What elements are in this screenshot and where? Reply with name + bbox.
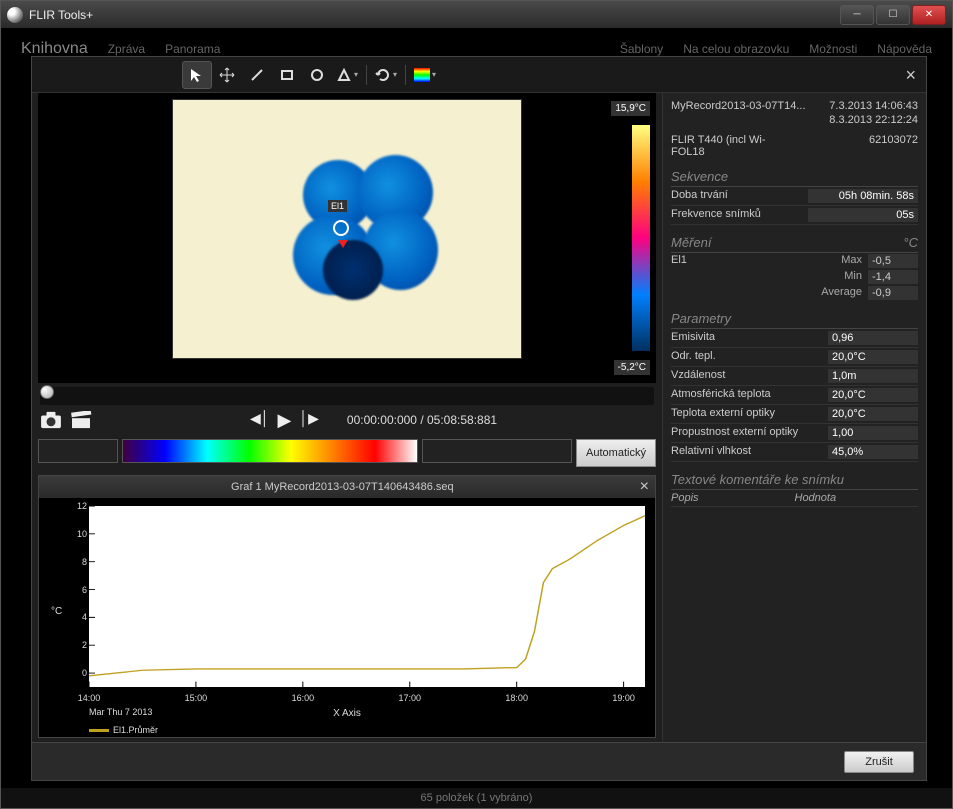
thermal-image-area[interactable]: El1 15,9°C -5,2°C bbox=[38, 93, 656, 383]
palette-tool[interactable]: ▾ bbox=[410, 61, 440, 89]
sequence-row: Frekvence snímků05s bbox=[671, 206, 918, 225]
bg-menu-item[interactable]: Na celou obrazovku bbox=[683, 42, 789, 56]
snapshot-icon[interactable] bbox=[40, 411, 62, 429]
move-tool[interactable] bbox=[212, 61, 242, 89]
level-span-bar: Automatický bbox=[38, 439, 656, 467]
scale-max-label: 15,9°C bbox=[611, 101, 650, 116]
app-icon bbox=[7, 7, 23, 23]
legend-swatch bbox=[89, 729, 109, 732]
y-axis-label: °C bbox=[51, 606, 62, 617]
window-title: FLIR Tools+ bbox=[29, 8, 840, 22]
tool-toolbar: ▾ ▾ ▾ bbox=[32, 57, 926, 93]
parameter-row[interactable]: Atmosférická teplota20,0°C bbox=[671, 386, 918, 405]
textcomment-headers: PopisHodnota bbox=[671, 490, 918, 507]
timeline-thumb[interactable] bbox=[40, 385, 54, 399]
sequence-row: Doba trvání05h 08min. 58s bbox=[671, 187, 918, 206]
date-start: 7.3.2013 14:06:43 bbox=[829, 100, 918, 112]
window-frame: FLIR Tools+ ─ ☐ ✕ Knihovna Zpráva Panora… bbox=[0, 0, 953, 809]
scale-min-label: -5,2°C bbox=[614, 360, 650, 375]
maximize-button[interactable]: ☐ bbox=[876, 5, 910, 25]
bg-menu-item[interactable]: Knihovna bbox=[21, 40, 88, 58]
date-end: 8.3.2013 22:12:24 bbox=[829, 114, 918, 126]
x-axis-label: X Axis bbox=[333, 708, 361, 719]
graph-panel: Graf 1 MyRecord2013-03-07T140643486.seq … bbox=[38, 475, 656, 738]
section-parameters: Parametry bbox=[671, 307, 918, 329]
cancel-button[interactable]: Zrušit bbox=[844, 751, 914, 773]
parameter-row[interactable]: Propustnost externí optiky1,00 bbox=[671, 424, 918, 443]
level-histogram[interactable] bbox=[422, 439, 572, 463]
statusbar: 65 položek (1 vybráno) bbox=[1, 788, 952, 808]
color-scale: 15,9°C -5,2°C bbox=[610, 101, 650, 375]
line-tool[interactable] bbox=[242, 61, 272, 89]
measure-name: El1 bbox=[671, 254, 818, 268]
window-close-button[interactable]: ✕ bbox=[912, 5, 946, 25]
graph-title: Graf 1 MyRecord2013-03-07T140643486.seq bbox=[45, 481, 640, 493]
timeline-slider[interactable] bbox=[40, 387, 654, 405]
bg-menu-item[interactable]: Šablony bbox=[620, 42, 663, 56]
bg-menu-item[interactable]: Zpráva bbox=[108, 42, 145, 56]
rotate-tool[interactable]: ▾ bbox=[371, 61, 401, 89]
pointer-tool[interactable] bbox=[182, 61, 212, 89]
step-back-button[interactable]: ◀│ bbox=[250, 410, 270, 431]
marker-label: El1 bbox=[328, 200, 347, 212]
modal-footer: Zrušit bbox=[32, 742, 926, 780]
titlebar[interactable]: FLIR Tools+ ─ ☐ ✕ bbox=[1, 1, 952, 29]
parameter-row[interactable]: Emisivita0,96 bbox=[671, 329, 918, 348]
parameter-row[interactable]: Teplota externí optiky20,0°C bbox=[671, 405, 918, 424]
plot-area[interactable] bbox=[89, 506, 645, 687]
camera-model: FLIR T440 (incl Wi-FOL18 bbox=[671, 134, 791, 158]
legend-label: El1.Průměr bbox=[113, 725, 158, 735]
section-textcomments: Textové komentáře ke snímku bbox=[671, 468, 918, 490]
x-ticks: 14:0015:0016:0017:0018:0019:00 bbox=[89, 693, 645, 707]
camera-serial: 62103072 bbox=[869, 134, 918, 158]
graph-body: °C 024681012 14:0015:0016:0017:0018:0019… bbox=[39, 498, 655, 737]
y-ticks: 024681012 bbox=[67, 506, 87, 687]
file-name: MyRecord2013-03-07T14... bbox=[671, 100, 806, 112]
bg-menu-item[interactable]: Nápověda bbox=[877, 42, 932, 56]
parameter-row[interactable]: Vzdálenost1,0m bbox=[671, 367, 918, 386]
minimize-button[interactable]: ─ bbox=[840, 5, 874, 25]
circle-tool[interactable] bbox=[302, 61, 332, 89]
bg-menu-item[interactable]: Panorama bbox=[165, 42, 220, 56]
clapper-icon[interactable] bbox=[70, 411, 92, 429]
auto-level-button[interactable]: Automatický bbox=[576, 439, 656, 467]
x-axis-date: Mar Thu 7 2013 bbox=[89, 707, 152, 717]
delta-tool[interactable]: ▾ bbox=[332, 61, 362, 89]
section-measurement: Měření°C bbox=[671, 231, 918, 253]
rect-tool[interactable] bbox=[272, 61, 302, 89]
legend: El1.Průměr bbox=[89, 725, 158, 735]
timecode: 00:00:00:000 / 05:08:58:881 bbox=[347, 413, 497, 427]
playback-bar: ◀│ ▶ │▶ 00:00:00:000 / 05:08:58:881 bbox=[40, 405, 654, 435]
play-button[interactable]: ▶ bbox=[278, 410, 292, 431]
modal-dialog: × ▾ ▾ ▾ El1 bbox=[31, 56, 927, 781]
level-gradient[interactable] bbox=[122, 439, 418, 463]
bg-menu-item[interactable]: Možnosti bbox=[809, 42, 857, 56]
graph-close-button[interactable]: × bbox=[640, 478, 649, 496]
metadata-panel: MyRecord2013-03-07T14... 7.3.2013 14:06:… bbox=[663, 93, 926, 513]
left-pane: El1 15,9°C -5,2°C ◀│ bbox=[32, 93, 662, 742]
parameter-row[interactable]: Odr. tepl.20,0°C bbox=[671, 348, 918, 367]
right-pane: MyRecord2013-03-07T14... 7.3.2013 14:06:… bbox=[662, 93, 926, 742]
level-low-box[interactable] bbox=[38, 439, 118, 463]
graph-header[interactable]: Graf 1 MyRecord2013-03-07T140643486.seq … bbox=[39, 476, 655, 498]
parameter-row[interactable]: Relativní vlhkost45,0% bbox=[671, 443, 918, 462]
spot-marker[interactable] bbox=[333, 220, 349, 236]
modal-close-button[interactable]: × bbox=[905, 65, 916, 86]
step-forward-button[interactable]: │▶ bbox=[299, 410, 319, 431]
thermal-image[interactable]: El1 bbox=[172, 99, 522, 359]
section-sequence: Sekvence bbox=[671, 165, 918, 187]
scale-bar bbox=[632, 125, 650, 351]
